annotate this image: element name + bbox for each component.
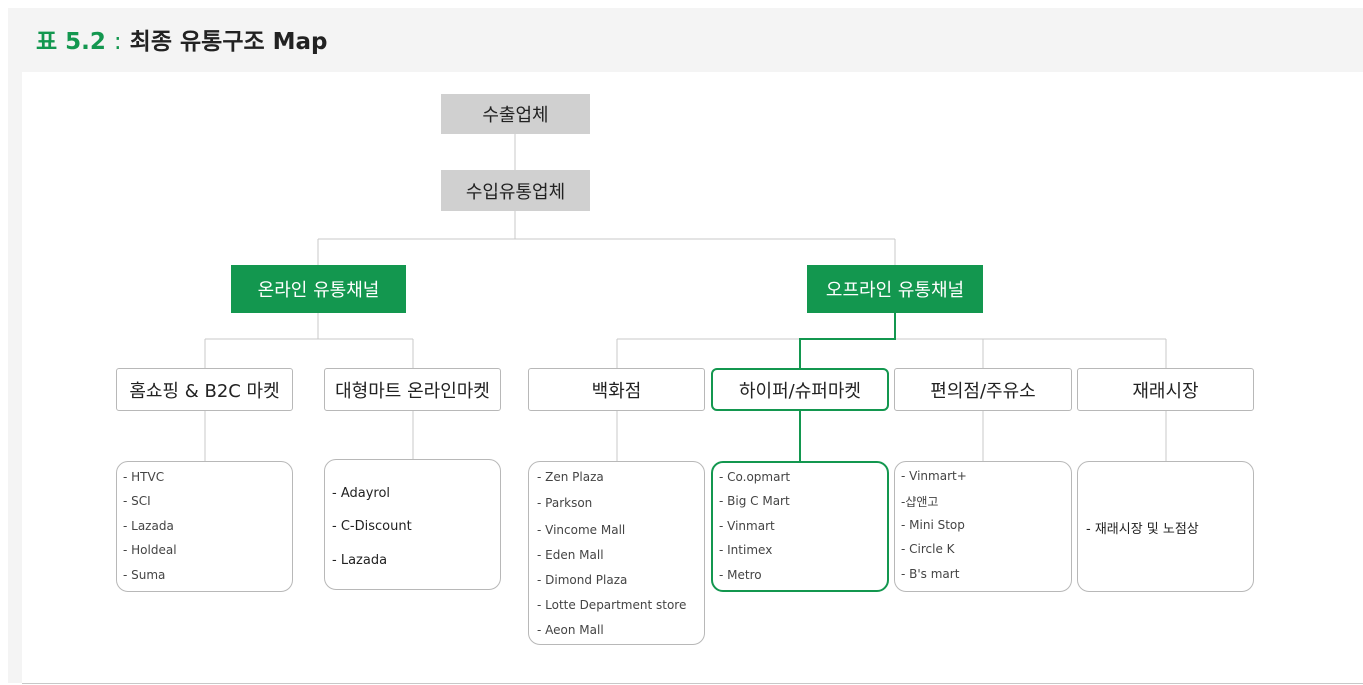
list-item: - Mini Stop <box>901 518 965 532</box>
list-item: - Co.opmart <box>719 470 791 484</box>
list-item: - Adayrol <box>332 486 391 501</box>
node-online-channel: 온라인 유통채널 <box>231 265 406 313</box>
list-item: - Vinmart+ <box>901 469 967 483</box>
category-department-store: 백화점 <box>528 368 705 411</box>
list-item: - C-Discount <box>332 519 412 534</box>
category-homeshopping: 홈쇼핑 & B2C 마켓 <box>116 368 293 411</box>
list-item: - 재래시장 및 노점상 <box>1086 522 1199 537</box>
category-mart-online: 대형마트 온라인마켓 <box>324 368 501 411</box>
list-homeshopping: - HTVC - SCI - Lazada - Holdeal - Suma <box>116 461 293 592</box>
node-importer: 수입유통업체 <box>441 170 590 211</box>
list-convenience: - Vinmart+ -샵앤고 - Mini Stop - Circle K -… <box>894 461 1072 592</box>
category-hypermarket: 하이퍼/슈퍼마켓 <box>711 368 889 411</box>
list-item: - Metro <box>719 568 762 582</box>
node-offline-channel: 오프라인 유통채널 <box>807 265 983 313</box>
list-item: - B's mart <box>901 567 960 581</box>
line-offline-to-hypermarket <box>799 313 896 368</box>
category-convenience: 편의점/주유소 <box>894 368 1072 411</box>
list-item: - Parkson <box>537 496 593 510</box>
list-item: - Intimex <box>719 543 773 557</box>
list-item: - Lazada <box>332 553 388 568</box>
list-item: - Lotte Department store <box>537 598 687 612</box>
list-traditional-market: - 재래시장 및 노점상 <box>1077 461 1254 592</box>
list-item: - Aeon Mall <box>537 623 604 637</box>
list-item: - Dimond Plaza <box>537 573 628 587</box>
list-item: - Circle K <box>901 542 955 556</box>
list-item: - Vinmart <box>719 519 775 533</box>
list-item: - Holdeal <box>123 543 177 557</box>
list-mart-online: - Adayrol - C-Discount - Lazada <box>324 459 501 590</box>
list-item: - Big C Mart <box>719 494 790 508</box>
list-item: - HTVC <box>123 470 165 484</box>
category-traditional-market: 재래시장 <box>1077 368 1254 411</box>
list-item: - Vincome Mall <box>537 523 626 537</box>
list-item: -샵앤고 <box>901 495 939 509</box>
list-item: - Eden Mall <box>537 548 604 562</box>
list-item: - Lazada <box>123 519 174 533</box>
list-item: - Suma <box>123 568 166 582</box>
node-exporter: 수출업체 <box>441 94 590 134</box>
list-department-store: - Zen Plaza - Parkson - Vincome Mall - E… <box>528 461 705 645</box>
list-item: - Zen Plaza <box>537 470 604 484</box>
list-hypermarket: - Co.opmart - Big C Mart - Vinmart - Int… <box>711 461 889 592</box>
list-item: - SCI <box>123 494 151 508</box>
